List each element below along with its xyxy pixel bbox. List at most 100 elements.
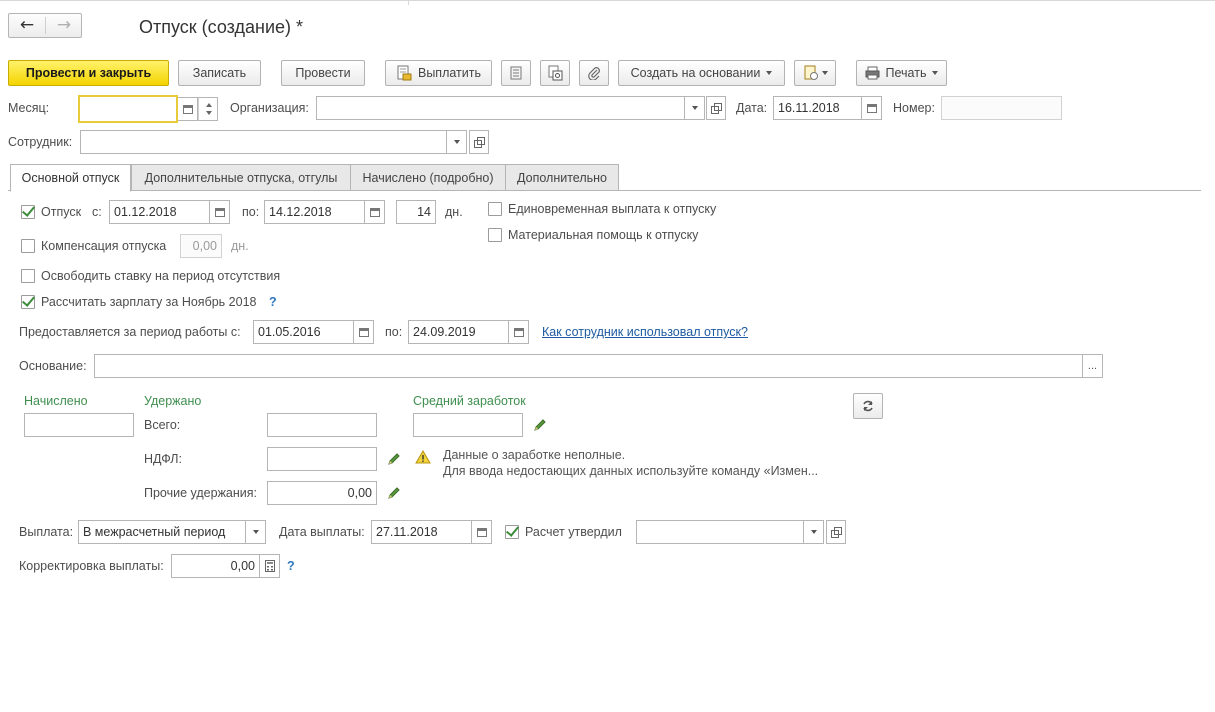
- compensation-checkbox[interactable]: [21, 239, 35, 253]
- employee-open-button[interactable]: [469, 130, 489, 154]
- top-divider: [0, 0, 1215, 3]
- date-calendar-button[interactable]: [862, 96, 882, 120]
- calculator-icon: [264, 560, 275, 572]
- approved-by-open-button[interactable]: [826, 520, 846, 544]
- tab-accrued-detailed[interactable]: Начислено (подробно): [350, 164, 506, 191]
- list-icon: [510, 66, 522, 80]
- compensation-days-input[interactable]: 0,00: [180, 234, 222, 258]
- compensation-days-unit: дн.: [231, 239, 249, 253]
- approved-by-input[interactable]: [636, 520, 804, 544]
- tab-additional[interactable]: Дополнительно: [505, 164, 619, 191]
- pay-button[interactable]: Выплатить: [385, 60, 492, 86]
- vacation-from-calendar-button[interactable]: [210, 200, 230, 224]
- payment-date-label: Дата выплаты:: [279, 525, 365, 539]
- number-input[interactable]: [941, 96, 1062, 120]
- free-rate-checkbox[interactable]: [21, 269, 35, 283]
- material-aid-checkbox[interactable]: [488, 228, 502, 242]
- pay-button-label: Выплатить: [417, 66, 481, 80]
- tab-main-vacation[interactable]: Основной отпуск: [10, 164, 131, 192]
- spin-down-icon: [206, 111, 212, 115]
- calc-salary-checkbox[interactable]: [21, 295, 35, 309]
- total-label: Всего:: [144, 418, 181, 432]
- vacation-days-unit: дн.: [445, 205, 463, 219]
- spin-up-icon: [206, 103, 212, 107]
- vacation-days-input[interactable]: 14: [396, 200, 436, 224]
- payment-select[interactable]: В межрасчетный период: [78, 520, 246, 544]
- approved-by-dropdown-button[interactable]: [804, 520, 824, 544]
- vacation-from-input[interactable]: 01.12.2018: [109, 200, 210, 224]
- accrued-value-input[interactable]: [24, 413, 134, 437]
- basis-select-button[interactable]: ...: [1083, 354, 1103, 378]
- back-arrow-icon[interactable]: ←: [9, 14, 45, 37]
- open-form-icon: [831, 527, 842, 538]
- other-deductions-input[interactable]: 0,00: [267, 481, 377, 505]
- save-button[interactable]: Записать: [178, 60, 261, 86]
- other-deductions-edit-pencil-icon[interactable]: [387, 486, 401, 500]
- vacation-to-input[interactable]: 14.12.2018: [264, 200, 365, 224]
- lump-sum-checkbox[interactable]: [488, 202, 502, 216]
- total-value-input[interactable]: [267, 413, 377, 437]
- average-earnings-input[interactable]: [413, 413, 523, 437]
- vacation-to-calendar-button[interactable]: [365, 200, 385, 224]
- payment-label: Выплата:: [19, 525, 74, 539]
- post-button[interactable]: Провести: [281, 60, 365, 86]
- vacation-checkbox[interactable]: [21, 205, 35, 219]
- work-period-to-input[interactable]: 24.09.2019: [408, 320, 509, 344]
- organization-dropdown-button[interactable]: [685, 96, 705, 120]
- correction-calculator-button[interactable]: [260, 554, 280, 578]
- correction-input[interactable]: 0,00: [171, 554, 260, 578]
- reports-button[interactable]: [794, 60, 836, 86]
- free-rate-label: Освободить ставку на период отсутствия: [41, 269, 281, 283]
- create-based-on-label: Создать на основании: [630, 66, 761, 80]
- approved-label: Расчет утвердил: [525, 525, 622, 539]
- correction-help-icon[interactable]: ?: [287, 559, 295, 573]
- month-calendar-button[interactable]: [178, 97, 198, 121]
- employee-input[interactable]: [80, 130, 447, 154]
- payment-date-calendar-button[interactable]: [472, 520, 492, 544]
- warning-line-1: Данные о заработке неполные.: [443, 448, 626, 462]
- print-label: Печать: [885, 66, 927, 80]
- basis-label: Основание:: [19, 359, 87, 373]
- payment-dropdown-button[interactable]: [246, 520, 266, 544]
- employee-dropdown-button[interactable]: [447, 130, 467, 154]
- tab-additional-vacations[interactable]: Дополнительные отпуска, отгулы: [131, 164, 351, 191]
- month-spinner[interactable]: [198, 97, 218, 121]
- organization-open-button[interactable]: [706, 96, 726, 120]
- ndfl-edit-pencil-icon[interactable]: [387, 452, 401, 466]
- chevron-down-icon: [932, 71, 939, 75]
- ndfl-label: НДФЛ:: [144, 452, 182, 466]
- attach-button[interactable]: [579, 60, 609, 86]
- refresh-button[interactable]: [853, 393, 883, 419]
- vacation-usage-link[interactable]: Как сотрудник использовал отпуск?: [542, 325, 748, 339]
- average-earnings-edit-pencil-icon[interactable]: [533, 418, 547, 432]
- month-input[interactable]: [78, 95, 178, 123]
- create-based-on-button[interactable]: Создать на основании: [618, 60, 785, 86]
- date-input[interactable]: 16.11.2018: [773, 96, 862, 120]
- payment-date-input[interactable]: 27.11.2018: [371, 520, 472, 544]
- ndfl-value-input[interactable]: [267, 447, 377, 471]
- navigation-group: ← →: [8, 13, 82, 38]
- chevron-down-icon: [691, 106, 698, 110]
- top-divider-tick: [408, 0, 409, 5]
- basis-input[interactable]: [94, 354, 1083, 378]
- paperclip-icon: [588, 67, 600, 80]
- forward-arrow-icon[interactable]: →: [46, 14, 82, 37]
- work-period-to-calendar-button[interactable]: [509, 320, 529, 344]
- chevron-down-icon: [453, 140, 460, 144]
- work-period-to-label: по:: [385, 325, 403, 339]
- approved-checkbox[interactable]: [505, 525, 519, 539]
- organization-input[interactable]: [316, 96, 685, 120]
- list-button[interactable]: [501, 60, 531, 86]
- accrued-label: Начислено: [24, 394, 88, 408]
- calendar-icon: [358, 327, 369, 337]
- calendar-icon: [866, 103, 877, 113]
- calendar-icon: [214, 207, 225, 217]
- vacation-label: Отпуск: [41, 205, 82, 219]
- work-period-from-calendar-button[interactable]: [354, 320, 374, 344]
- compensation-label: Компенсация отпуска: [41, 239, 167, 253]
- print-button[interactable]: Печать: [856, 60, 947, 86]
- calc-salary-help-icon[interactable]: ?: [269, 295, 277, 309]
- post-and-close-button[interactable]: Провести и закрыть: [8, 60, 169, 86]
- document-structure-button[interactable]: [540, 60, 570, 86]
- work-period-from-input[interactable]: 01.05.2016: [253, 320, 354, 344]
